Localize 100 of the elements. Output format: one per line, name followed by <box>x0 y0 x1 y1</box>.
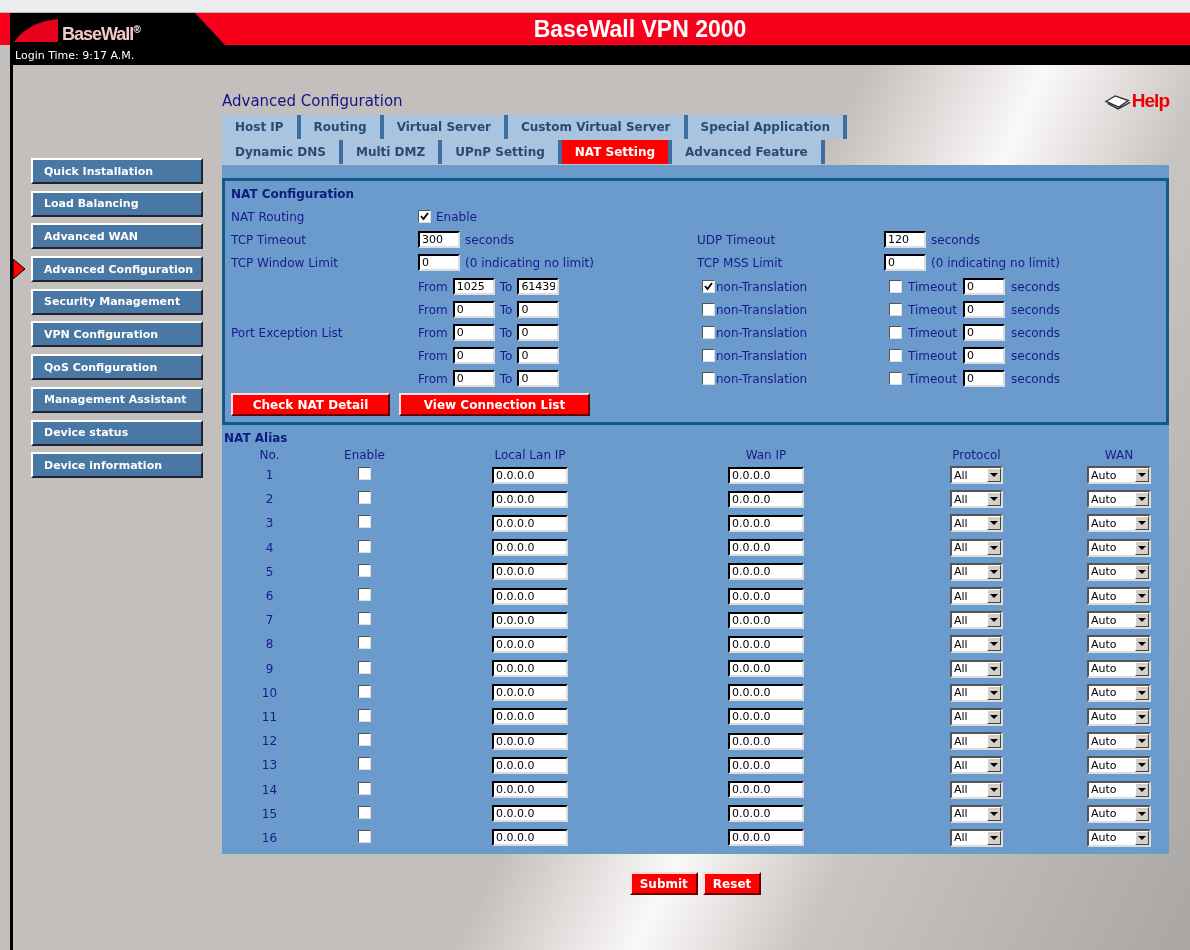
protocol-dropdown[interactable]: All <box>950 635 1003 654</box>
checkbox[interactable] <box>358 563 371 577</box>
checkbox[interactable] <box>358 636 371 650</box>
input-field[interactable]: 300 <box>418 231 460 248</box>
checkbox[interactable] <box>358 539 371 553</box>
protocol-dropdown[interactable]: All <box>950 587 1003 606</box>
wan-dropdown[interactable]: Auto <box>1087 780 1151 799</box>
reset-button[interactable]: Reset <box>702 872 762 895</box>
input-field[interactable]: 0 <box>452 301 495 318</box>
tab[interactable]: Special Application <box>687 115 848 139</box>
ip-field[interactable]: 0.0.0.0 <box>728 514 804 532</box>
ip-field[interactable]: 0.0.0.0 <box>728 684 804 702</box>
input-field[interactable]: 0 <box>517 370 560 387</box>
ip-field[interactable]: 0.0.0.0 <box>728 490 804 508</box>
input-field[interactable]: 0 <box>418 254 460 271</box>
sidebar-item[interactable]: VPN Configuration <box>31 321 203 348</box>
ip-field[interactable]: 0.0.0.0 <box>492 781 568 799</box>
protocol-dropdown[interactable]: All <box>950 514 1003 533</box>
ip-field[interactable]: 0.0.0.0 <box>728 611 804 629</box>
protocol-dropdown[interactable]: All <box>950 538 1003 557</box>
wan-dropdown[interactable]: Auto <box>1087 562 1151 581</box>
sidebar-item[interactable]: Quick Installation <box>31 158 203 184</box>
wan-dropdown[interactable]: Auto <box>1087 466 1151 485</box>
wan-dropdown[interactable]: Auto <box>1087 707 1151 726</box>
sidebar-item[interactable]: Device status <box>31 419 203 446</box>
input-field[interactable]: 0 <box>963 324 1006 341</box>
ip-field[interactable]: 0.0.0.0 <box>492 805 568 823</box>
tab[interactable]: NAT Setting <box>561 140 673 164</box>
checkbox[interactable] <box>358 829 371 843</box>
wan-dropdown[interactable]: Auto <box>1087 587 1151 606</box>
protocol-dropdown[interactable]: All <box>950 828 1003 847</box>
ip-field[interactable]: 0.0.0.0 <box>728 805 804 823</box>
wan-dropdown[interactable]: Auto <box>1087 538 1151 557</box>
input-field[interactable]: 0 <box>452 370 495 387</box>
tab[interactable]: Dynamic DNS <box>222 140 343 164</box>
ip-field[interactable]: 0.0.0.0 <box>492 635 568 653</box>
wan-dropdown[interactable]: Auto <box>1087 683 1151 702</box>
tab[interactable]: Custom Virtual Server <box>508 115 688 139</box>
tab[interactable]: Host IP <box>222 115 301 139</box>
ip-field[interactable]: 0.0.0.0 <box>728 756 804 774</box>
ip-field[interactable]: 0.0.0.0 <box>492 490 568 508</box>
protocol-dropdown[interactable]: All <box>950 707 1003 726</box>
wan-dropdown[interactable]: Auto <box>1087 659 1151 678</box>
ip-field[interactable]: 0.0.0.0 <box>728 466 804 484</box>
sidebar-item[interactable]: Management Assistant <box>31 386 203 413</box>
tab[interactable]: UPnP Setting <box>442 140 562 164</box>
checkbox[interactable] <box>358 588 371 602</box>
checkbox[interactable] <box>889 326 902 339</box>
wan-dropdown[interactable]: Auto <box>1087 804 1151 823</box>
checkbox[interactable] <box>358 708 371 722</box>
protocol-dropdown[interactable]: All <box>950 611 1003 630</box>
input-field[interactable]: 0 <box>963 278 1006 295</box>
input-field[interactable]: 0 <box>517 324 560 341</box>
ip-field[interactable]: 0.0.0.0 <box>728 781 804 799</box>
checkbox[interactable] <box>418 210 431 223</box>
wan-dropdown[interactable]: Auto <box>1087 611 1151 630</box>
sidebar-item[interactable]: Security Management <box>31 288 203 315</box>
checkbox[interactable] <box>358 515 371 529</box>
ip-field[interactable]: 0.0.0.0 <box>492 466 568 484</box>
wan-dropdown[interactable]: Auto <box>1087 514 1151 533</box>
checkbox[interactable] <box>358 805 371 819</box>
tab[interactable]: Virtual Server <box>383 115 508 139</box>
protocol-dropdown[interactable]: All <box>950 756 1003 775</box>
input-field[interactable]: 0 <box>452 347 495 364</box>
ip-field[interactable]: 0.0.0.0 <box>492 563 568 581</box>
protocol-dropdown[interactable]: All <box>950 804 1003 823</box>
view-connection-list-button[interactable]: View Connection List <box>399 393 590 416</box>
ip-field[interactable]: 0.0.0.0 <box>492 660 568 678</box>
check-nat-detail-button[interactable]: Check NAT Detail <box>231 393 390 416</box>
ip-field[interactable]: 0.0.0.0 <box>492 684 568 702</box>
protocol-dropdown[interactable]: All <box>950 732 1003 751</box>
checkbox[interactable] <box>702 280 715 293</box>
ip-field[interactable]: 0.0.0.0 <box>492 708 568 726</box>
input-field[interactable]: 0 <box>517 347 560 364</box>
protocol-dropdown[interactable]: All <box>950 659 1003 678</box>
input-field[interactable]: 0 <box>963 347 1006 364</box>
checkbox[interactable] <box>358 757 371 771</box>
wan-dropdown[interactable]: Auto <box>1087 490 1151 509</box>
checkbox[interactable] <box>889 349 902 362</box>
checkbox[interactable] <box>358 491 371 505</box>
input-field[interactable]: 0 <box>963 370 1006 387</box>
ip-field[interactable]: 0.0.0.0 <box>492 732 568 750</box>
ip-field[interactable]: 0.0.0.0 <box>492 756 568 774</box>
input-field[interactable]: 0 <box>884 254 926 271</box>
wan-dropdown[interactable]: Auto <box>1087 635 1151 654</box>
tab[interactable]: Routing <box>300 115 384 139</box>
sidebar-item[interactable]: Advanced Configuration <box>31 256 203 283</box>
sidebar-item[interactable]: Device information <box>31 452 203 479</box>
ip-field[interactable]: 0.0.0.0 <box>492 539 568 557</box>
ip-field[interactable]: 0.0.0.0 <box>728 563 804 581</box>
checkbox[interactable] <box>358 467 371 481</box>
wan-dropdown[interactable]: Auto <box>1087 756 1151 775</box>
sidebar-item[interactable]: QoS Configuration <box>31 354 203 381</box>
ip-field[interactable]: 0.0.0.0 <box>728 829 804 847</box>
input-field[interactable]: 61439 <box>517 278 560 295</box>
checkbox[interactable] <box>358 733 371 747</box>
protocol-dropdown[interactable]: All <box>950 490 1003 509</box>
checkbox[interactable] <box>358 684 371 698</box>
checkbox[interactable] <box>358 660 371 674</box>
input-field[interactable]: 0 <box>963 301 1006 318</box>
